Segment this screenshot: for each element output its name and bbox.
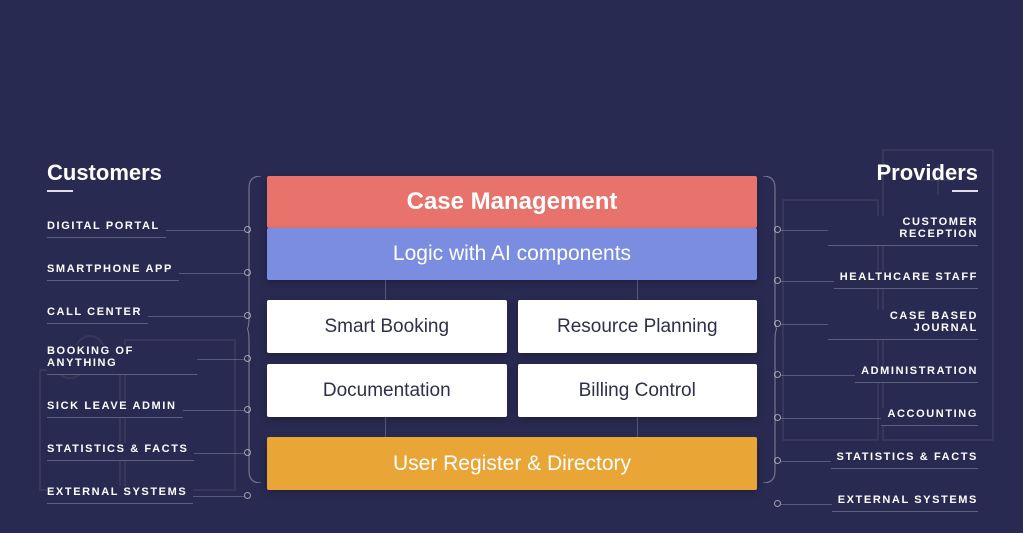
providers-title: Providers xyxy=(778,160,978,186)
vertical-connector xyxy=(637,417,638,437)
customer-item: CALL CENTER xyxy=(47,302,247,324)
item-label: DIGITAL PORTAL xyxy=(47,220,166,238)
item-label: EXTERNAL SYSTEMS xyxy=(832,494,978,512)
item-label: STATISTICS & FACTS xyxy=(831,451,978,469)
vertical-connector xyxy=(385,417,386,437)
customer-item: EXTERNAL SYSTEMS xyxy=(47,482,247,504)
bracket-left-icon xyxy=(247,176,261,483)
providers-column: Providers CUSTOMER RECEPTION HEALTHCARE … xyxy=(778,160,978,533)
item-label: ADMINISTRATION xyxy=(855,365,978,383)
customer-item: BOOKING OF ANYTHING xyxy=(47,345,247,375)
customers-column: Customers DIGITAL PORTAL SMARTPHONE APP … xyxy=(47,160,247,525)
vertical-connector xyxy=(637,280,638,300)
vertical-connector xyxy=(385,280,386,300)
item-label: STATISTICS & FACTS xyxy=(47,443,194,461)
item-label: SICK LEAVE ADMIN xyxy=(47,400,183,418)
customer-item: DIGITAL PORTAL xyxy=(47,216,247,238)
modules-grid: Smart Booking Resource Planning Document… xyxy=(267,300,757,417)
connector-dot-icon xyxy=(244,492,251,499)
documentation-block: Documentation xyxy=(267,364,507,417)
item-label: CASE BASED JOURNAL xyxy=(828,310,978,340)
item-label: CALL CENTER xyxy=(47,306,148,324)
item-label: SMARTPHONE APP xyxy=(47,263,179,281)
underline xyxy=(952,190,978,192)
smart-booking-block: Smart Booking xyxy=(267,300,507,353)
provider-item: CUSTOMER RECEPTION xyxy=(778,216,978,246)
item-label: HEALTHCARE STAFF xyxy=(834,271,978,289)
provider-item: HEALTHCARE STAFF xyxy=(778,267,978,289)
diagram-root: Customers DIGITAL PORTAL SMARTPHONE APP … xyxy=(0,0,1023,509)
customer-item: SICK LEAVE ADMIN xyxy=(47,396,247,418)
logic-ai-block: Logic with AI components xyxy=(267,228,757,280)
underline xyxy=(47,190,73,192)
customer-item: STATISTICS & FACTS xyxy=(47,439,247,461)
bracket-right-icon xyxy=(763,176,777,483)
billing-control-block: Billing Control xyxy=(518,364,758,417)
item-label: BOOKING OF ANYTHING xyxy=(47,345,197,375)
case-management-block: Case Management xyxy=(267,176,757,228)
connector-dot-icon xyxy=(774,500,781,507)
item-label: CUSTOMER RECEPTION xyxy=(828,216,978,246)
customers-title: Customers xyxy=(47,160,247,186)
provider-item: ACCOUNTING xyxy=(778,404,978,426)
center-stack: Case Management Logic with AI components… xyxy=(267,176,757,490)
user-register-block: User Register & Directory xyxy=(267,437,757,490)
customer-item: SMARTPHONE APP xyxy=(47,259,247,281)
provider-item: STATISTICS & FACTS xyxy=(778,447,978,469)
provider-item: CASE BASED JOURNAL xyxy=(778,310,978,340)
provider-item: ADMINISTRATION xyxy=(778,361,978,383)
item-label: EXTERNAL SYSTEMS xyxy=(47,486,193,504)
item-label: ACCOUNTING xyxy=(881,408,978,426)
resource-planning-block: Resource Planning xyxy=(518,300,758,353)
